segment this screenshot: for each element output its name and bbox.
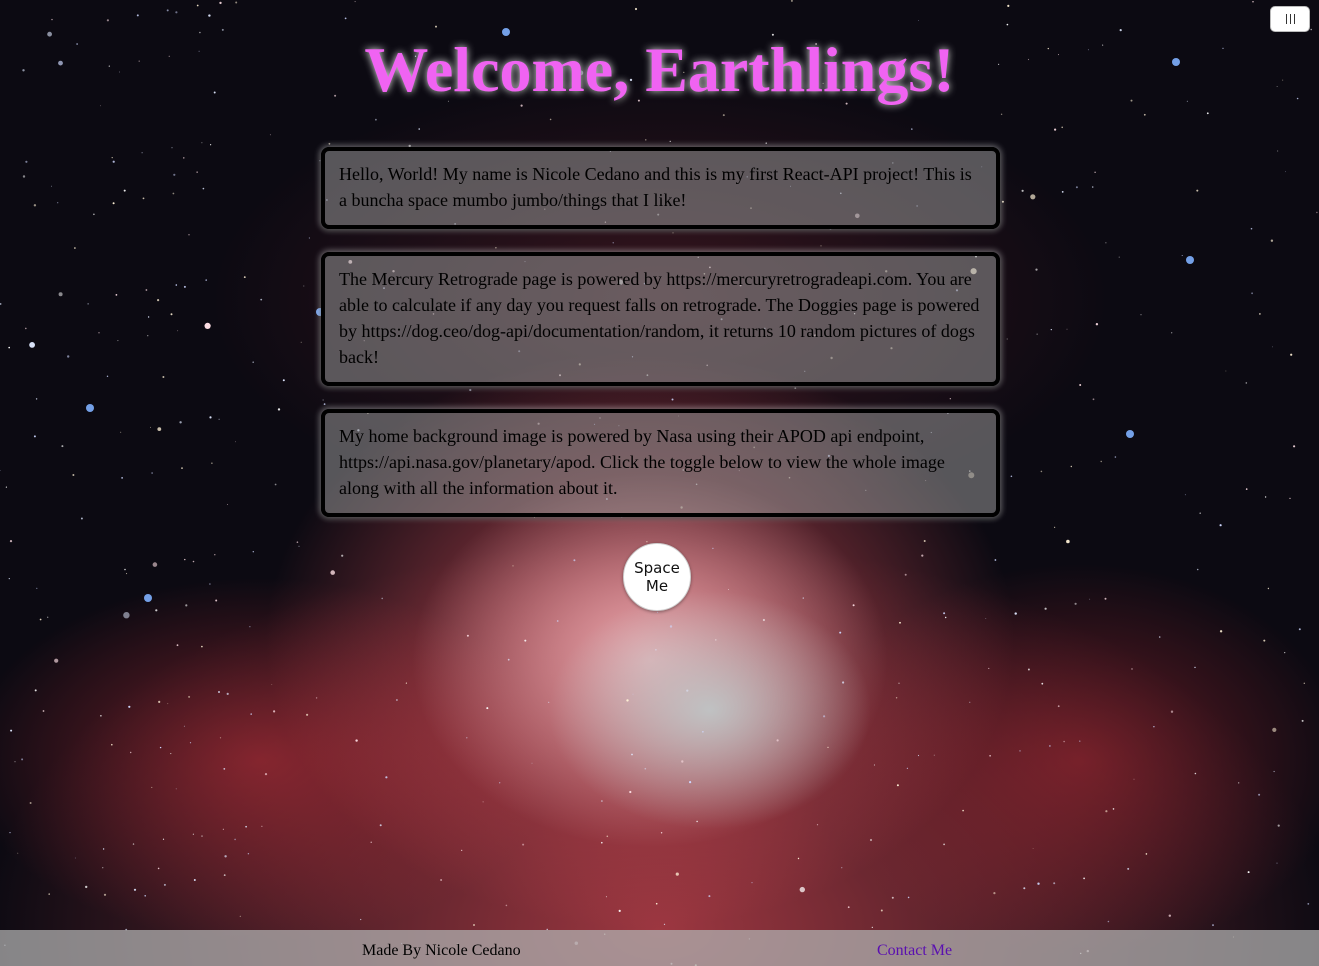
hamburger-icon-bar [1293,14,1295,24]
footer: Made By Nicole Cedano Contact Me [0,930,1319,966]
footer-credit: Made By Nicole Cedano [362,942,521,959]
hamburger-icon [1285,14,1287,24]
space-me-label: Space Me [634,559,680,595]
space-me-toggle-button[interactable]: Space Me [623,543,691,611]
hamburger-icon-bar [1289,14,1291,24]
intro-card: Hello, World! My name is Nicole Cedano a… [321,147,1000,229]
background-info-card: My home background image is powered by N… [321,409,1000,517]
contact-me-link[interactable]: Contact Me [877,942,952,960]
api-info-card: The Mercury Retrograde page is powered b… [321,252,1000,386]
page-title: Welcome, Earthlings! [364,34,955,105]
menu-toggle-button[interactable] [1270,6,1310,32]
